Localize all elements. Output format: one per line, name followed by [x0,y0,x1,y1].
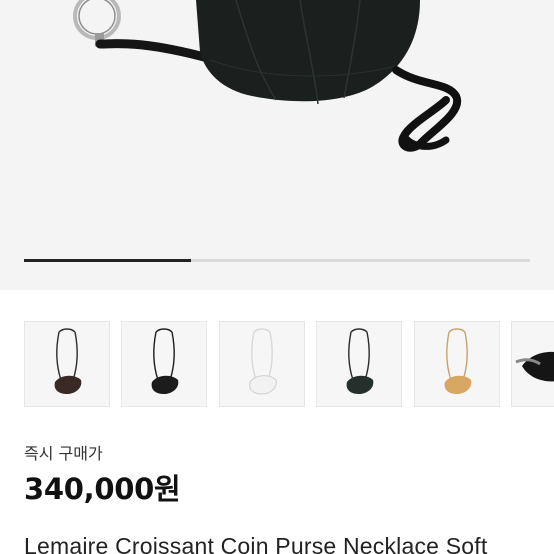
thumbnail-tan[interactable] [413,321,500,407]
thumbnail-black[interactable] [121,321,208,407]
thumbnail-dark-green[interactable] [316,321,403,407]
necklace-purse-icon [248,328,277,395]
instant-buy-label: 즉시 구매가 [24,444,103,463]
thumbnail-white[interactable] [218,321,305,407]
necklace-purse-icon [444,328,471,394]
thumbnail-brown[interactable] [24,321,110,407]
necklace-purse-icon [54,328,82,394]
gallery-progress-track [24,259,530,262]
product-title: Lemaire Croissant Coin Purse Necklace So… [24,533,488,554]
necklace-purse-icon [515,351,554,382]
gallery-progress-fill [24,259,191,262]
thumbnail-black-detail[interactable] [511,321,554,407]
necklace-purse-icon [152,328,179,394]
necklace-purse-icon [346,328,374,394]
coin-purse-image [73,0,462,152]
product-main-image[interactable] [0,0,554,290]
price: 340,000원 [24,472,181,506]
thumbnail-strip[interactable] [24,321,554,409]
